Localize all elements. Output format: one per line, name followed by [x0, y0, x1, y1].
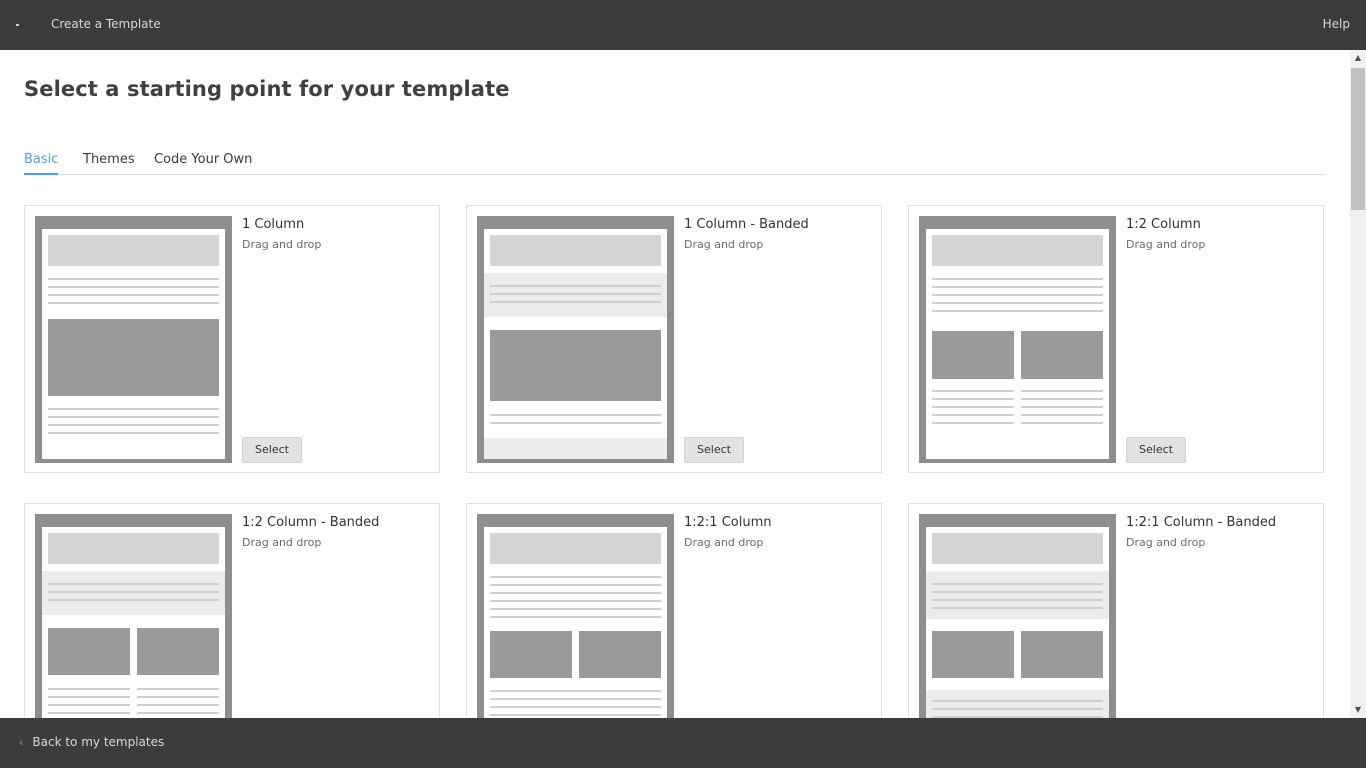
template-name: 1:2:1 Column - Banded	[1126, 515, 1277, 530]
template-subtitle: Drag and drop	[1126, 536, 1206, 549]
select-button[interactable]: Select	[242, 437, 302, 463]
template-card-1-2-column-banded[interactable]: 1:2 Column - Banded Drag and drop	[24, 503, 440, 718]
page-title: Select a starting point for your templat…	[24, 77, 510, 101]
template-subtitle: Drag and drop	[242, 536, 322, 549]
top-bar: Create a Template Help	[0, 0, 1366, 50]
template-thumbnail	[919, 216, 1116, 463]
vertical-scrollbar[interactable]: ▲ ▼	[1350, 50, 1366, 718]
template-subtitle: Drag and drop	[684, 536, 764, 549]
template-subtitle: Drag and drop	[1126, 238, 1206, 251]
tab-basic[interactable]: Basic	[24, 152, 59, 175]
thumbnail-preview	[42, 527, 225, 718]
template-thumbnail	[477, 514, 674, 718]
template-name: 1:2:1 Column	[684, 515, 772, 530]
select-button[interactable]: Select	[684, 437, 744, 463]
template-card-1-2-column[interactable]: 1:2 Column Drag and drop Select	[908, 205, 1324, 473]
thumbnail-preview	[926, 527, 1109, 718]
scrollbar-thumb[interactable]	[1351, 68, 1365, 210]
app-title: Create a Template	[51, 17, 161, 31]
template-thumbnail	[35, 216, 232, 463]
template-subtitle: Drag and drop	[684, 238, 764, 251]
template-thumbnail	[35, 514, 232, 718]
template-name: 1:2 Column	[1126, 217, 1201, 232]
back-label: Back to my templates	[32, 735, 165, 749]
menu-dot-icon[interactable]	[16, 24, 19, 26]
template-name: 1 Column	[242, 217, 305, 232]
bottom-bar: ‹ Back to my templates	[0, 718, 1366, 768]
template-card-1-2-1-column[interactable]: 1:2:1 Column Drag and drop	[466, 503, 882, 718]
back-to-templates-link[interactable]: ‹ Back to my templates	[19, 735, 164, 749]
template-card-1-2-1-column-banded[interactable]: 1:2:1 Column - Banded Drag and drop	[908, 503, 1324, 718]
template-subtitle: Drag and drop	[242, 238, 322, 251]
tab-code-your-own[interactable]: Code Your Own	[154, 152, 252, 175]
template-name: 1:2 Column - Banded	[242, 515, 380, 530]
chevron-left-icon: ‹	[19, 736, 24, 749]
tab-themes[interactable]: Themes	[83, 152, 135, 175]
thumbnail-preview	[484, 527, 667, 718]
tab-bar: Basic Themes Code Your Own	[24, 152, 1325, 175]
thumbnail-preview	[926, 229, 1109, 459]
template-card-1-column[interactable]: 1 Column Drag and drop Select	[24, 205, 440, 473]
template-card-1-column-banded[interactable]: 1 Column - Banded Drag and drop Select	[466, 205, 882, 473]
template-thumbnail	[477, 216, 674, 463]
template-name: 1 Column - Banded	[684, 217, 809, 232]
arrow-down-icon[interactable]: ▼	[1350, 702, 1366, 718]
template-thumbnail	[919, 514, 1116, 718]
arrow-up-icon[interactable]: ▲	[1350, 50, 1366, 66]
thumbnail-preview	[42, 229, 225, 459]
select-button[interactable]: Select	[1126, 437, 1186, 463]
help-link[interactable]: Help	[1323, 17, 1350, 31]
thumbnail-preview	[484, 229, 667, 459]
main-content: Select a starting point for your templat…	[0, 50, 1350, 718]
